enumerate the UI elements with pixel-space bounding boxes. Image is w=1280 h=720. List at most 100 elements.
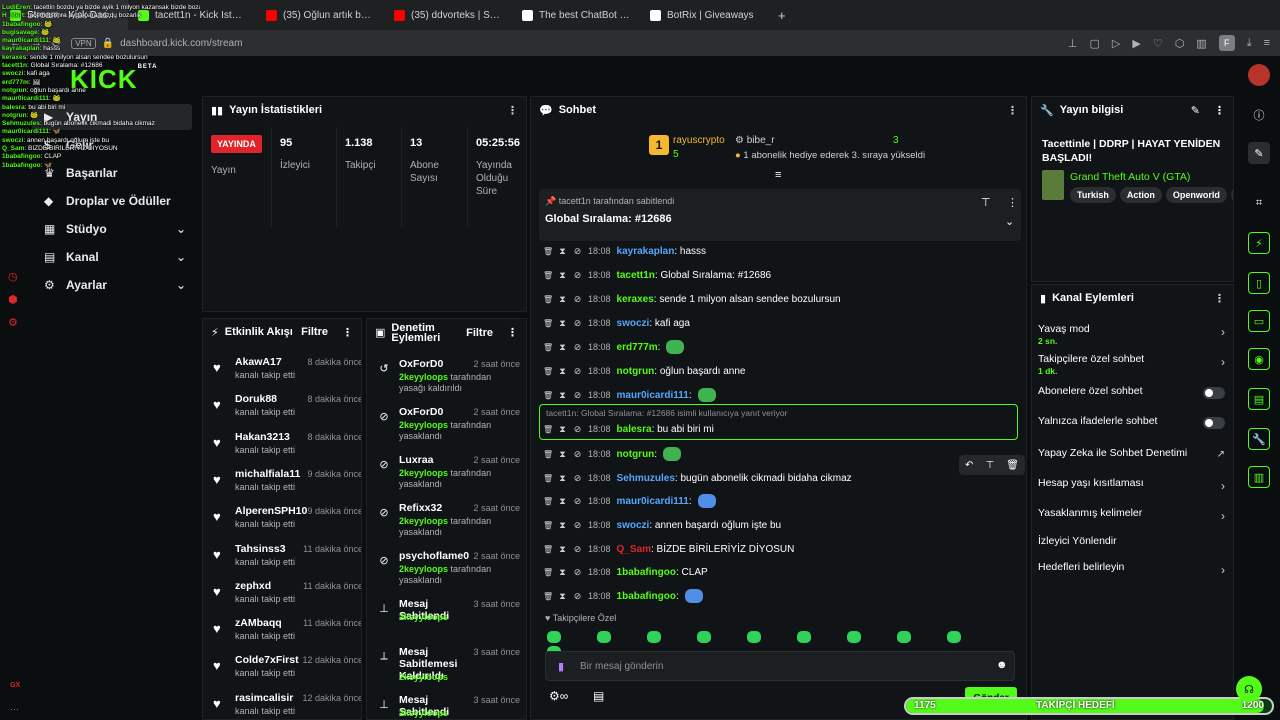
channel-icon[interactable]: ▥	[1248, 466, 1270, 488]
emoji-icon[interactable]: ☻	[996, 659, 1008, 671]
delete-icon[interactable]: 🗑	[543, 271, 553, 280]
timeout-icon[interactable]: ⧗	[558, 294, 567, 305]
category-name[interactable]: Grand Theft Auto V (GTA)	[1070, 171, 1190, 183]
pin-icon[interactable]: ⊤	[981, 196, 991, 209]
activity-user[interactable]: michalfiala11	[235, 468, 300, 480]
chat-user[interactable]: kayrakaplan	[617, 246, 675, 257]
ban-icon[interactable]: ⊘	[573, 473, 582, 484]
chat-user[interactable]: notgrun	[617, 366, 655, 377]
external-link-icon[interactable]: ↗	[1217, 449, 1225, 460]
mod-icon[interactable]: ▤	[1248, 388, 1270, 410]
mod-action-by[interactable]: 2keyyloops	[399, 708, 448, 718]
activity-item[interactable]: ♥ Colde7xFirst 12 dakika önce kanalı takip …	[203, 651, 361, 688]
heart-icon[interactable]: ♡	[1153, 37, 1163, 50]
kebab-icon[interactable]: ⋮	[1214, 292, 1225, 305]
reload-icon[interactable]: ⟳	[52, 37, 61, 50]
more-icon[interactable]: ···	[10, 704, 19, 714]
timeout-icon[interactable]: ⧗	[558, 567, 567, 578]
vpn-badge[interactable]: VPN	[71, 37, 96, 49]
chat-message[interactable]: 🗑 ⧗ ⊘ 18:08 Q_Sam: BİZDE BİRİLERİYİZ DİYOSUN	[543, 539, 1013, 559]
chat-user[interactable]: Q_Sam	[617, 544, 651, 555]
chat-message[interactable]: 🗑 ⧗ ⊘ 18:08 Sehmuzules: bugün abonelik cikma…	[543, 468, 1013, 488]
timeout-icon[interactable]: ⧗	[558, 246, 567, 257]
kick-logo[interactable]: KICKBETA	[70, 64, 157, 95]
activity-item[interactable]: ♥ zephxd 11 dakika önce kanalı takip etti	[203, 577, 361, 614]
chat-user[interactable]: swoczi	[617, 318, 650, 329]
timeout-icon[interactable]: ⧗	[558, 544, 567, 555]
url-field[interactable]: VPN 🔒 dashboard.kick.com/stream	[71, 37, 242, 49]
channel-action-0[interactable]: Yavaş mod 2 sn. ›	[1032, 321, 1233, 351]
ban-icon[interactable]: ⊘	[573, 342, 582, 353]
chat-user[interactable]: tacett1n	[617, 270, 655, 281]
browser-tab[interactable]: (35) Oğlun artık başardı a	[256, 0, 384, 30]
chat-user[interactable]: notgrun	[617, 449, 655, 460]
activity-item[interactable]: ♥ AkawA17 8 dakika önce kanalı takip etti	[203, 353, 361, 390]
nav-item-kanal[interactable]: ▤ Kanal ⌄	[32, 244, 192, 270]
chat-message[interactable]: 🗑 ⧗ ⊘ 18:08 tacett1n: Global Sıralama: #1268…	[543, 265, 1013, 285]
sidebar-icon[interactable]: ▥	[1196, 37, 1206, 50]
nav-item-yayın[interactable]: ▶ Yayın	[32, 104, 192, 130]
chat-user[interactable]: 1babafingoo	[617, 591, 676, 602]
mod-action-item[interactable]: ↺ OxForD0 2 saat önce 2keyyloops tarafından…	[367, 357, 526, 405]
ban-icon[interactable]: ⊘	[573, 544, 582, 555]
ban-icon[interactable]: ⊘	[573, 449, 582, 460]
pin-icon[interactable]: ⊥	[1068, 37, 1078, 50]
settings-icon[interactable]: ⚙	[8, 312, 18, 335]
mod-action-item[interactable]: ⊥ Mesaj Sabitlendi 3 saat önce 2keyyloops	[367, 597, 526, 645]
chevron-down-icon[interactable]: ⌄	[1005, 215, 1014, 228]
screenshot-icon[interactable]: ▢	[1089, 37, 1099, 50]
kebab-icon[interactable]: ⋮	[1007, 104, 1018, 117]
forward-icon[interactable]: →	[31, 37, 42, 49]
kebab-icon[interactable]: ⋮	[507, 104, 518, 117]
mod-action-by[interactable]: 2keyyloops	[399, 612, 448, 622]
ban-icon[interactable]: ⊘	[573, 520, 582, 531]
delete-icon[interactable]: 🗑	[543, 295, 553, 304]
activity-user[interactable]: Doruk88	[235, 393, 277, 405]
channel-action-6[interactable]: Yasaklanmış kelimeler ›	[1032, 505, 1233, 535]
timeout-icon[interactable]: ⧗	[558, 449, 567, 460]
activity-item[interactable]: ♥ zAMbaqq 11 dakika önce kanalı takip etti	[203, 614, 361, 651]
ban-icon[interactable]: ⊘	[573, 366, 582, 377]
mod-action-item[interactable]: ⟂ Mesaj Sabitlemesi Kaldırıldı 3 saat önce…	[367, 645, 526, 693]
mod-action-item[interactable]: ⊘ psychoflame0 2 saat önce 2keyyloops taraf…	[367, 549, 526, 597]
cube-icon[interactable]: ⬢	[8, 289, 18, 312]
timeout-icon[interactable]: ⧗	[558, 390, 567, 401]
chat-message[interactable]: 🗑 ⧗ ⊘ 18:08 maur0icardi111:	[543, 385, 1013, 405]
chat-message[interactable]: 🗑 ⧗ ⊘ 18:08 notgrun: oğlun başardı anne	[543, 361, 1013, 381]
ban-icon[interactable]: ⊘	[573, 294, 582, 305]
mod-action-item[interactable]: ⊘ Refixx32 2 saat önce 2keyyloops tarafında…	[367, 501, 526, 549]
ban-icon[interactable]: ⊘	[573, 591, 582, 602]
activity-user[interactable]: Colde7xFirst	[235, 654, 299, 666]
toggle-switch[interactable]	[1203, 387, 1225, 399]
channel-action-4[interactable]: Yapay Zeka ile Sohbet Denetimi ↗	[1032, 445, 1233, 475]
chat-message[interactable]: 🗑 ⧗ ⊘ 18:08 maur0icardi111:	[543, 491, 1013, 511]
channel-action-2[interactable]: Abonelere özel sohbet	[1032, 383, 1233, 413]
activity-item[interactable]: ♥ Hakan3213 8 dakika önce kanalı takip etti	[203, 428, 361, 465]
chat-message[interactable]: 🗑 ⧗ ⊘ 18:08 kayrakaplan: hasss	[543, 241, 1013, 261]
ban-icon[interactable]: ⊘	[573, 318, 582, 329]
activity-item[interactable]: ♥ michalfiala11 9 dakika önce kanalı takip …	[203, 465, 361, 502]
mod-action-item[interactable]: ⊥ Mesaj Sabitlendi 3 saat önce 2keyyloops	[367, 693, 526, 719]
info-icon[interactable]: ⓘ	[1248, 104, 1270, 126]
top-gifter-name[interactable]: rayuscrypto	[673, 135, 725, 146]
mod-action-by[interactable]: 2keyyloops	[399, 468, 448, 478]
chat-icon[interactable]: ▭	[1248, 310, 1270, 332]
message-input[interactable]: ▮ Bir mesaj gönderin ☻	[545, 651, 1015, 681]
ban-icon[interactable]: ⊘	[573, 496, 582, 507]
kebab-icon[interactable]: ⋮	[1214, 104, 1225, 117]
broadcast-icon[interactable]: ◉	[1248, 348, 1270, 370]
chat-message[interactable]: 🗑 ⧗ ⊘ 18:08 keraxes: sende 1 milyon alsan se…	[543, 289, 1013, 309]
delete-icon[interactable]: 🗑	[543, 319, 553, 328]
channel-action-8[interactable]: Hedefleri belirleyin ›	[1032, 559, 1233, 589]
new-tab-button[interactable]: +	[768, 8, 796, 23]
chat-message[interactable]: 🗑 ⧗ ⊘ 18:08 1babafingoo:	[543, 586, 1013, 606]
browser-tab[interactable]: Stream - Kick Dashboard	[0, 0, 128, 30]
mod-action-by[interactable]: 2keyyloops	[399, 672, 448, 682]
ban-icon[interactable]: ⊘	[573, 567, 582, 578]
timeout-icon[interactable]: ⧗	[558, 366, 567, 377]
chat-user[interactable]: erd777m	[617, 342, 658, 353]
stream-tag[interactable]: Turkish	[1070, 187, 1116, 203]
timeout-icon[interactable]: ⧗	[558, 318, 567, 329]
chat-message[interactable]: 🗑 ⧗ ⊘ 18:08 notgrun:	[543, 444, 1013, 464]
toggle-switch[interactable]	[1203, 417, 1225, 429]
